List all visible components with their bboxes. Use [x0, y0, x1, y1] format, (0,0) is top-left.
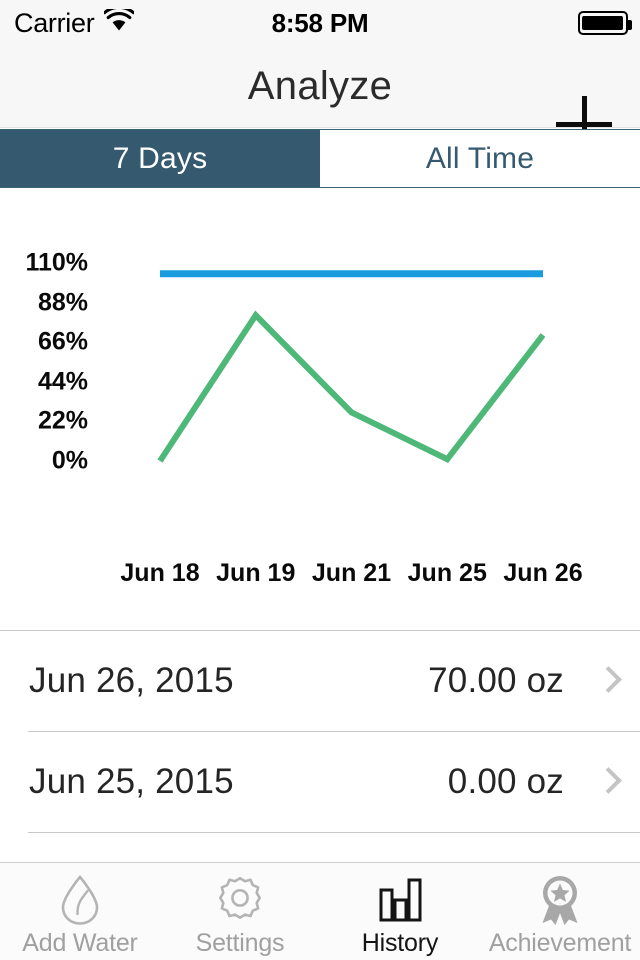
list-item-amount: 0.00 oz [447, 762, 564, 801]
list-item[interactable]: Jun 25, 2015 0.00 oz [0, 732, 640, 832]
list-item[interactable]: Jun 26, 2015 70.00 oz [0, 631, 640, 731]
status-bar-center: 8:58 PM [0, 0, 640, 46]
bar-chart-icon [374, 875, 426, 925]
analyze-chart: 110% 88% 66% 44% 22% 0% Jun 18 Jun 19 Jun 21 Jun… [0, 189, 640, 630]
app-screen: Carrier 8:58 PM Analyze 7 Days All Time [0, 0, 640, 960]
list-item-date: Jun 26, 2015 [29, 661, 234, 700]
water-drop-icon [54, 874, 106, 925]
tab-settings[interactable]: Settings [160, 863, 320, 960]
x-axis-tick-label: Jun 26 [503, 559, 583, 587]
range-segmented-control: 7 Days All Time [0, 129, 640, 188]
battery-icon [578, 11, 632, 35]
gear-icon [214, 875, 266, 925]
status-bar-right [578, 0, 632, 46]
navigation-bar: Analyze [0, 46, 640, 152]
status-bar: Carrier 8:58 PM [0, 0, 640, 46]
list-item-date: Jun 25, 2015 [29, 762, 234, 801]
tab-label: History [361, 929, 439, 957]
battery-fill [582, 16, 623, 30]
page-title: Analyze [247, 64, 393, 108]
x-axis-tick-label: Jun 25 [407, 559, 487, 587]
tab-label: Settings [195, 929, 285, 957]
chevron-right-icon [598, 666, 616, 696]
tab-label: Add Water [22, 929, 138, 957]
award-medal-icon [534, 875, 586, 925]
segment-7-days[interactable]: 7 Days [0, 130, 320, 187]
tab-add-water[interactable]: Add Water [0, 863, 160, 960]
tab-achievement[interactable]: Achievement [480, 863, 640, 960]
tab-bar: Add Water Settings History Achievement [0, 862, 640, 960]
clock-label: 8:58 PM [271, 7, 369, 38]
x-axis-tick-label: Jun 21 [311, 559, 392, 587]
x-axis-tick-label: Jun 19 [216, 559, 296, 587]
segment-all-time[interactable]: All Time [320, 130, 640, 187]
list-item-amount: 70.00 oz [428, 661, 564, 700]
list-separator-bottom [28, 832, 640, 833]
tab-history[interactable]: History [320, 863, 480, 960]
chevron-right-icon [598, 767, 616, 797]
x-axis-tick-label: Jun 18 [120, 559, 200, 587]
history-list: Jun 26, 2015 70.00 oz Jun 25, 2015 0.00 … [0, 630, 640, 833]
intake-series-line [157, 310, 546, 463]
tab-label: Achievement [488, 929, 632, 957]
